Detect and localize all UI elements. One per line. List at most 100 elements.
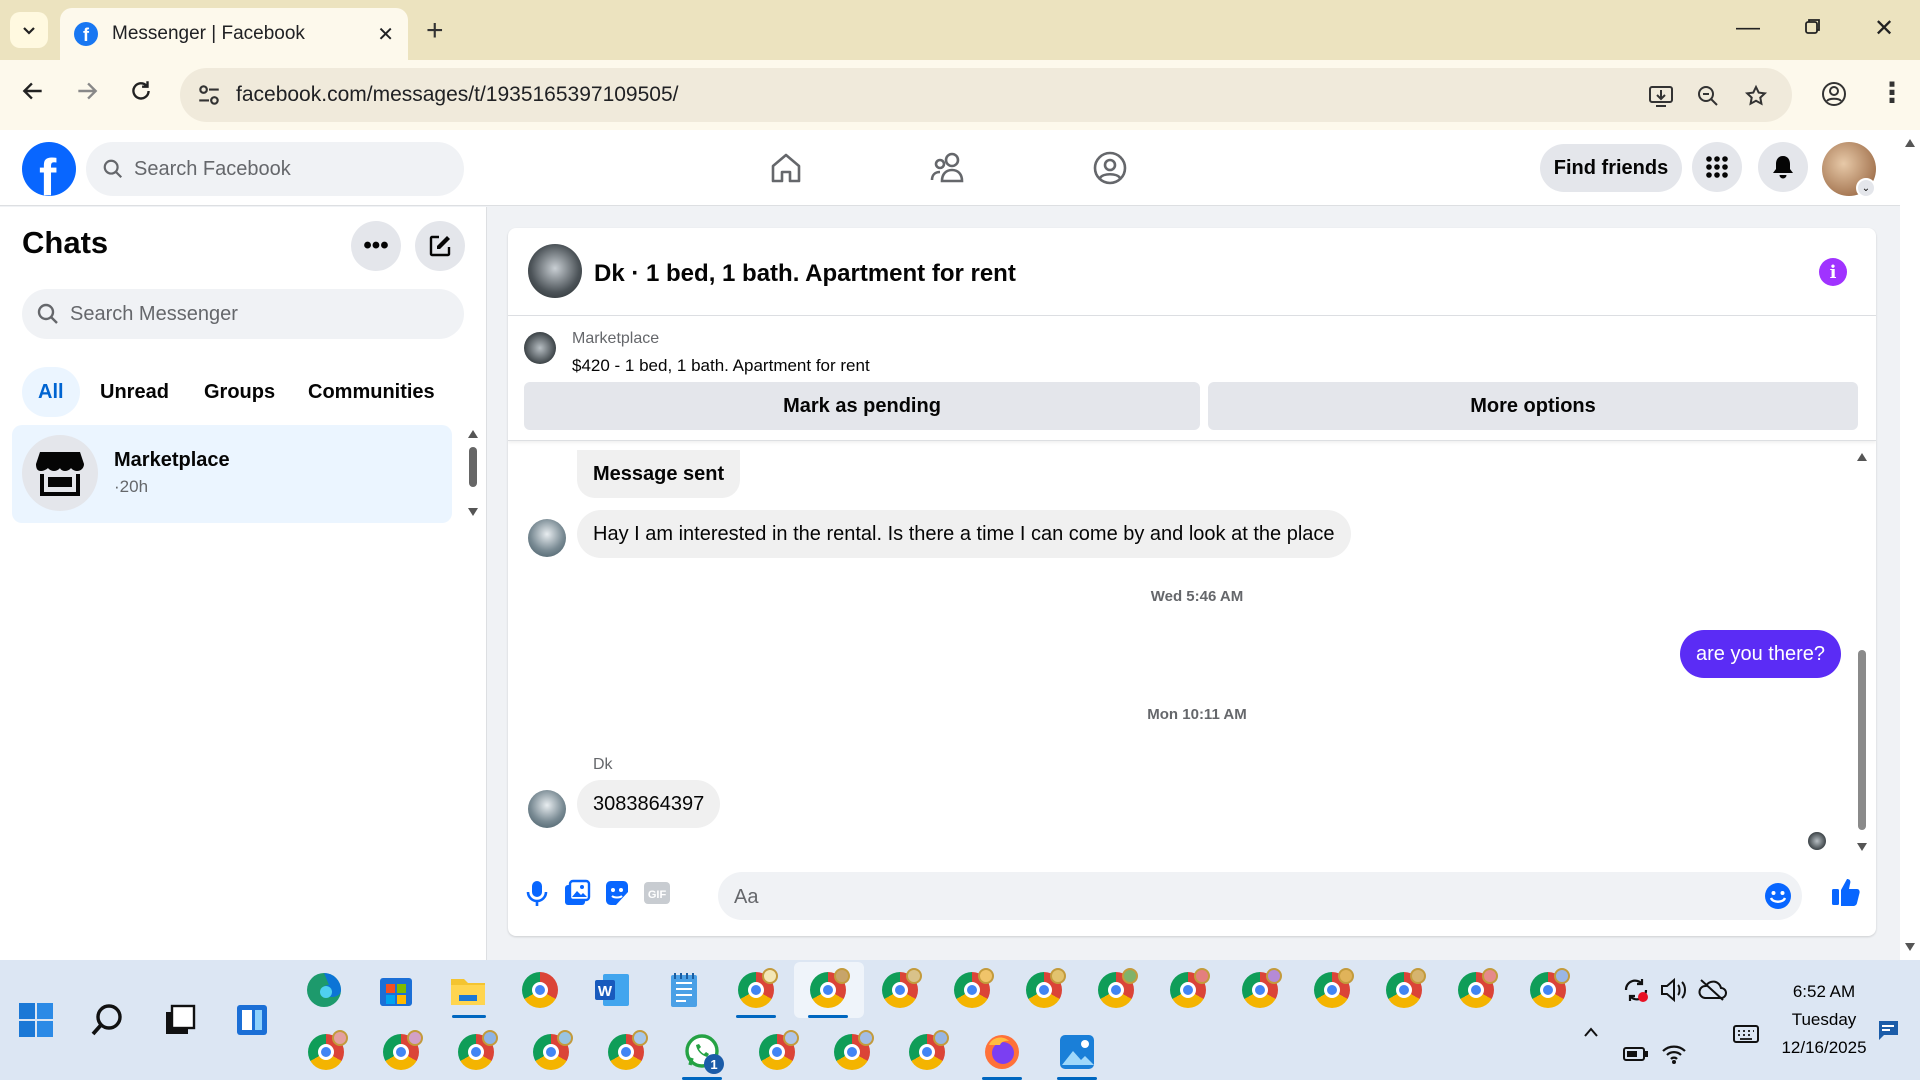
message-composer-input[interactable]: Aa — [718, 872, 1802, 920]
listing-thumbnail[interactable] — [524, 332, 556, 364]
listing-price-title[interactable]: $420 - 1 bed, 1 bath. Apartment for rent — [572, 356, 870, 376]
facebook-logo-icon[interactable]: f — [22, 142, 76, 196]
conversation-avatar[interactable] — [528, 244, 582, 298]
tab-close-icon[interactable]: ✕ — [377, 22, 394, 47]
sync-status-icon[interactable] — [1616, 968, 1656, 1012]
gif-button[interactable]: GIF — [642, 878, 672, 908]
scroll-up-arrow-icon[interactable] — [1856, 452, 1868, 462]
send-like-button[interactable] — [1830, 876, 1860, 906]
volume-button[interactable] — [1654, 968, 1694, 1012]
chrome-profile-button[interactable] — [734, 968, 778, 1012]
onedrive-status-icon[interactable] — [1692, 968, 1732, 1012]
notepad-app-button[interactable] — [662, 968, 706, 1012]
voice-clip-button[interactable] — [522, 878, 552, 908]
account-chevron-icon[interactable]: ⌄ — [1856, 178, 1876, 198]
chrome-profile-button[interactable] — [529, 1030, 573, 1074]
chrome-profile-button[interactable] — [1310, 968, 1354, 1012]
notification-center-button[interactable] — [1868, 1008, 1908, 1052]
filter-all-tab[interactable]: All — [22, 367, 80, 417]
facebook-search-input[interactable]: Search Facebook — [86, 142, 464, 196]
conversation-scrollbar[interactable] — [1854, 450, 1870, 854]
message-bubble-inquiry[interactable]: Hay I am interested in the rental. Is th… — [577, 510, 1351, 558]
conversation-title[interactable]: Dk · 1 bed, 1 bath. Apartment for rent — [594, 260, 1016, 288]
zoom-button[interactable] — [1696, 84, 1720, 114]
forward-button[interactable] — [74, 78, 100, 111]
back-button[interactable] — [20, 78, 46, 111]
chrome-profile-button[interactable] — [755, 1030, 799, 1074]
clock-date[interactable]: 12/16/2025 — [1766, 1038, 1882, 1058]
show-hidden-icons-button[interactable] — [1578, 1010, 1604, 1054]
browser-tab-messenger[interactable]: f Messenger | Facebook ✕ — [60, 8, 408, 60]
widgets-button[interactable] — [230, 998, 274, 1042]
sticker-button[interactable] — [602, 878, 632, 908]
chrome-profile-button[interactable] — [454, 1030, 498, 1074]
install-app-button[interactable] — [1648, 84, 1674, 114]
chrome-profile-button[interactable] — [830, 1030, 874, 1074]
chrome-profile-button[interactable] — [950, 968, 994, 1012]
reload-button[interactable] — [128, 78, 154, 111]
url-text[interactable]: facebook.com/messages/t/1935165397109505… — [236, 83, 679, 107]
scroll-up-arrow-icon[interactable] — [467, 429, 479, 439]
chats-options-button[interactable]: ••• — [351, 221, 401, 271]
friends-nav-button[interactable] — [928, 148, 968, 188]
gaming-nav-button[interactable] — [1090, 148, 1130, 188]
mark-as-pending-button[interactable]: Mark as pending — [524, 382, 1200, 430]
conversation-scroll-thumb[interactable] — [1858, 650, 1866, 830]
chrome-profile-button[interactable] — [1382, 968, 1426, 1012]
more-options-button[interactable]: More options — [1208, 382, 1858, 430]
page-scrollbar[interactable] — [1900, 130, 1920, 960]
file-explorer-button[interactable] — [446, 968, 490, 1012]
chrome-profile-button[interactable] — [1166, 968, 1210, 1012]
chrome-profile-button[interactable] — [1454, 968, 1498, 1012]
message-bubble-reply[interactable]: 3083864397 — [577, 780, 721, 828]
whatsapp-app-button[interactable]: 1 — [680, 1030, 724, 1074]
info-icon[interactable]: i — [1819, 258, 1847, 286]
chrome-profile-button[interactable] — [905, 1030, 949, 1074]
filter-communities-tab[interactable]: Communities — [292, 367, 451, 417]
chats-scroll-thumb[interactable] — [469, 447, 477, 487]
word-app-button[interactable]: W — [590, 968, 634, 1012]
emoji-icon[interactable] — [1764, 882, 1792, 910]
chrome-profile-button[interactable] — [604, 1030, 648, 1074]
chrome-app-button[interactable] — [518, 968, 562, 1012]
scroll-down-arrow-icon[interactable] — [1856, 842, 1868, 852]
start-button[interactable] — [14, 998, 58, 1042]
chrome-profile-button[interactable] — [379, 1030, 423, 1074]
scroll-up-arrow-icon[interactable] — [1904, 138, 1916, 148]
task-view-button[interactable] — [158, 998, 202, 1042]
close-window-button[interactable]: ✕ — [1874, 14, 1894, 43]
clock-time[interactable]: 6:52 AM — [1766, 982, 1882, 1002]
messenger-search-input[interactable]: Search Messenger — [22, 289, 464, 339]
home-nav-button[interactable] — [766, 148, 806, 188]
chrome-profile-button[interactable] — [1238, 968, 1282, 1012]
site-settings-icon[interactable] — [196, 82, 222, 108]
touch-keyboard-button[interactable] — [1726, 1012, 1766, 1056]
store-app-button[interactable] — [374, 968, 418, 1012]
firefox-app-button[interactable] — [980, 1030, 1024, 1074]
menu-grid-button[interactable] — [1692, 142, 1742, 192]
taskbar-search-button[interactable] — [86, 998, 130, 1042]
chrome-profile-button[interactable] — [1094, 968, 1138, 1012]
restore-button[interactable] — [1804, 14, 1822, 42]
new-tab-button[interactable]: + — [426, 14, 444, 48]
notifications-button[interactable] — [1758, 142, 1808, 192]
edge-app-button[interactable] — [302, 968, 346, 1012]
scroll-down-arrow-icon[interactable] — [1904, 942, 1916, 952]
url-omnibox[interactable]: facebook.com/messages/t/1935165397109505… — [180, 68, 1792, 122]
chrome-profile-button[interactable] — [1022, 968, 1066, 1012]
attach-media-button[interactable] — [562, 878, 592, 908]
find-friends-button[interactable]: Find friends — [1540, 144, 1682, 192]
profile-button[interactable] — [1820, 80, 1848, 115]
dk-avatar[interactable] — [528, 790, 566, 828]
battery-status-icon[interactable] — [1616, 1032, 1656, 1076]
my-message-bubble[interactable]: are you there? — [1680, 630, 1841, 678]
clock-day[interactable]: Tuesday — [1766, 1010, 1882, 1030]
dk-avatar[interactable] — [528, 519, 566, 557]
chrome-profile-button[interactable] — [806, 968, 850, 1012]
filter-unread-tab[interactable]: Unread — [84, 367, 185, 417]
tab-search-dropdown-button[interactable] — [10, 12, 48, 48]
chats-scrollbar[interactable] — [466, 429, 480, 519]
filter-groups-tab[interactable]: Groups — [188, 367, 291, 417]
scroll-down-arrow-icon[interactable] — [467, 507, 479, 517]
bookmark-button[interactable] — [1744, 84, 1768, 114]
